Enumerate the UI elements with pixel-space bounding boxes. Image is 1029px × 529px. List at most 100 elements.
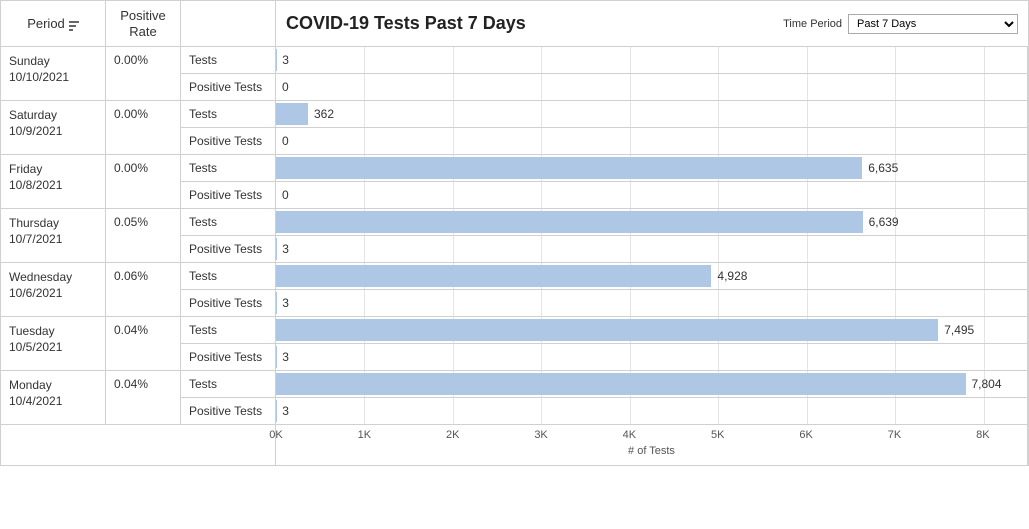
tests-bar-label: 362	[314, 107, 334, 121]
tests-bar[interactable]: 4,928	[276, 265, 711, 287]
tests-bar[interactable]: 7,804	[276, 373, 966, 395]
metric-labels: TestsPositive Tests	[181, 101, 276, 154]
data-row: Friday10/8/20210.00%TestsPositive Tests6…	[1, 155, 1028, 209]
metrics-and-chart: TestsPositive Tests3620	[181, 101, 1028, 154]
tests-bar-cell: 7,804	[276, 371, 1028, 398]
metrics-and-chart: TestsPositive Tests30	[181, 47, 1028, 100]
metric-positive-label: Positive Tests	[181, 290, 275, 316]
positive-bar-label: 3	[282, 350, 289, 364]
rate-header[interactable]: Positive Rate	[106, 1, 181, 46]
rate-cell: 0.00%	[106, 47, 181, 100]
tests-bar-label: 7,495	[944, 323, 974, 337]
chart-cell: 7,495 3	[276, 317, 1028, 370]
period-date: 10/4/2021	[9, 393, 97, 409]
period-cell: Thursday10/7/2021	[1, 209, 106, 262]
metrics-and-chart: TestsPositive Tests7,8043	[181, 371, 1028, 424]
axis-spacer	[1, 425, 276, 465]
period-date: 10/9/2021	[9, 123, 97, 139]
period-cell: Monday10/4/2021	[1, 371, 106, 424]
data-body: Sunday10/10/20210.00%TestsPositive Tests…	[1, 47, 1028, 425]
metric-tests-label: Tests	[181, 209, 275, 236]
period-date: 10/7/2021	[9, 231, 97, 247]
positive-bar-cell: 3	[276, 236, 1028, 262]
tests-bar[interactable]: 6,639	[276, 211, 863, 233]
period-day: Thursday	[9, 215, 97, 231]
rate-cell: 0.00%	[106, 101, 181, 154]
metric-header-spacer	[181, 1, 276, 46]
period-date: 10/10/2021	[9, 69, 97, 85]
x-axis-tick: 0K	[269, 429, 282, 441]
positive-bar-cell: 3	[276, 344, 1028, 370]
rate-cell: 0.05%	[106, 209, 181, 262]
time-period-select[interactable]: Past 7 Days	[848, 14, 1018, 34]
axis-row: # of Tests 0K1K2K3K4K5K6K7K8K	[1, 425, 1028, 465]
metric-tests-label: Tests	[181, 155, 275, 182]
metrics-and-chart: TestsPositive Tests6,6393	[181, 209, 1028, 262]
tests-bar-cell: 6,635	[276, 155, 1028, 182]
positive-bar-cell: 0	[276, 128, 1028, 154]
metric-labels: TestsPositive Tests	[181, 317, 276, 370]
metric-positive-label: Positive Tests	[181, 398, 275, 424]
x-axis-tick: 7K	[888, 429, 901, 441]
tests-bar-label: 6,635	[868, 161, 898, 175]
tests-bar[interactable]: 6,635	[276, 157, 862, 179]
tests-bar-label: 7,804	[972, 377, 1002, 391]
time-period-label: Time Period	[783, 18, 842, 30]
rate-header-label: Positive Rate	[110, 8, 176, 39]
metric-positive-label: Positive Tests	[181, 128, 275, 154]
tests-bar[interactable]: 7,495	[276, 319, 938, 341]
positive-bar-cell: 0	[276, 182, 1028, 208]
metric-labels: TestsPositive Tests	[181, 155, 276, 208]
tests-bar-label: 4,928	[717, 269, 747, 283]
period-day: Wednesday	[9, 269, 97, 285]
metric-positive-label: Positive Tests	[181, 74, 275, 100]
metric-tests-label: Tests	[181, 371, 275, 398]
tests-bar-cell: 4,928	[276, 263, 1028, 290]
metric-tests-label: Tests	[181, 317, 275, 344]
x-axis-tick: 1K	[358, 429, 371, 441]
period-header[interactable]: Period	[1, 1, 106, 46]
tests-bar-cell: 3	[276, 47, 1028, 74]
period-day: Monday	[9, 377, 97, 393]
rate-cell: 0.06%	[106, 263, 181, 316]
metrics-and-chart: TestsPositive Tests4,9283	[181, 263, 1028, 316]
title-area: COVID-19 Tests Past 7 Days Time Period P…	[276, 1, 1028, 46]
tests-bar-label: 6,639	[869, 215, 899, 229]
positive-bar-label: 0	[282, 188, 289, 202]
period-cell: Sunday10/10/2021	[1, 47, 106, 100]
rate-cell: 0.04%	[106, 317, 181, 370]
period-date: 10/8/2021	[9, 177, 97, 193]
rate-cell: 0.04%	[106, 371, 181, 424]
tests-bar[interactable]: 362	[276, 103, 308, 125]
x-axis-title: # of Tests	[628, 445, 675, 457]
period-cell: Saturday10/9/2021	[1, 101, 106, 154]
period-day: Saturday	[9, 107, 97, 123]
positive-bar-cell: 3	[276, 398, 1028, 424]
data-row: Thursday10/7/20210.05%TestsPositive Test…	[1, 209, 1028, 263]
period-date: 10/6/2021	[9, 285, 97, 301]
period-day: Sunday	[9, 53, 97, 69]
dashboard: Period Positive Rate COVID-19 Tests Past…	[0, 0, 1029, 466]
period-day: Tuesday	[9, 323, 97, 339]
metric-labels: TestsPositive Tests	[181, 209, 276, 262]
chart-cell: 30	[276, 47, 1028, 100]
period-cell: Wednesday10/6/2021	[1, 263, 106, 316]
chart-cell: 362 0	[276, 101, 1028, 154]
x-axis-tick: 5K	[711, 429, 724, 441]
metric-positive-label: Positive Tests	[181, 236, 275, 262]
tests-bar-cell: 362	[276, 101, 1028, 128]
period-header-label: Period	[27, 16, 65, 31]
metric-positive-label: Positive Tests	[181, 182, 275, 208]
data-row: Wednesday10/6/20210.06%TestsPositive Tes…	[1, 263, 1028, 317]
positive-bar-cell: 3	[276, 290, 1028, 316]
positive-bar-cell: 0	[276, 74, 1028, 100]
rate-cell: 0.00%	[106, 155, 181, 208]
tests-bar-cell: 7,495	[276, 317, 1028, 344]
data-row: Monday10/4/20210.04%TestsPositive Tests7…	[1, 371, 1028, 425]
chart-cell: 4,928 3	[276, 263, 1028, 316]
metrics-and-chart: TestsPositive Tests7,4953	[181, 317, 1028, 370]
x-axis-tick: 4K	[623, 429, 636, 441]
period-cell: Tuesday10/5/2021	[1, 317, 106, 370]
metric-labels: TestsPositive Tests	[181, 371, 276, 424]
time-period-control: Time Period Past 7 Days	[783, 14, 1018, 34]
